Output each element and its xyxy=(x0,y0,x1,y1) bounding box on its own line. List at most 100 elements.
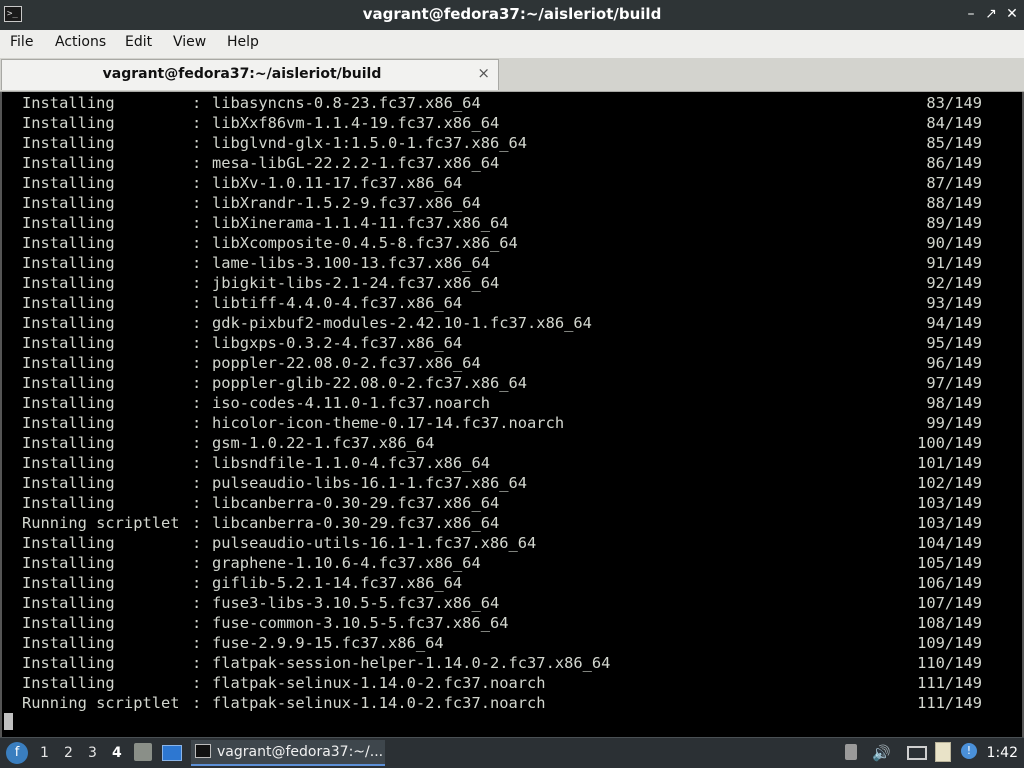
line-count: 107/149 xyxy=(917,594,982,612)
line-package: mesa-libGL-22.2.2-1.fc37.x86_64 xyxy=(212,154,500,172)
menu-edit[interactable]: Edit xyxy=(125,34,152,50)
window-title: vagrant@fedora37:~/aisleriot/build xyxy=(362,5,662,23)
tab-terminal[interactable]: vagrant@fedora37:~/aisleriot/build × xyxy=(1,59,499,90)
line-count: 105/149 xyxy=(917,554,982,572)
terminal-line: Running scriptlet: libcanberra-0.30-29.fc… xyxy=(22,513,982,533)
line-package: libXcomposite-0.4.5-8.fc37.x86_64 xyxy=(212,234,518,252)
show-desktop-icon[interactable] xyxy=(162,745,182,761)
terminal-line: Installing: jbigkit-libs-2.1-24.fc37.x86_… xyxy=(22,273,982,293)
terminal-line: Installing: libcanberra-0.30-29.fc37.x86_… xyxy=(22,493,982,513)
menu-file[interactable]: File xyxy=(10,34,33,50)
line-action: Running scriptlet xyxy=(22,694,180,712)
line-separator: : xyxy=(192,254,202,272)
line-package: flatpak-selinux-1.14.0-2.fc37.noarch xyxy=(212,674,546,692)
workspace-1[interactable]: 1 xyxy=(40,745,49,761)
terminal-line: Installing: flatpak-session-helper-1.14.0… xyxy=(22,653,982,673)
close-tab-icon[interactable]: × xyxy=(477,64,490,82)
menu-help[interactable]: Help xyxy=(227,34,259,50)
line-separator: : xyxy=(192,554,202,572)
terminal-line: Installing: graphene-1.10.6-4.fc37.x86_64… xyxy=(22,553,982,573)
terminal-output[interactable]: Installing: libasyncns-0.8-23.fc37.x86_64… xyxy=(0,92,1024,737)
line-separator: : xyxy=(192,134,202,152)
terminal-line: Installing: mesa-libGL-22.2.2-1.fc37.x86_… xyxy=(22,153,982,173)
line-separator: : xyxy=(192,474,202,492)
terminal-line: Installing: iso-codes-4.11.0-1.fc37.noarc… xyxy=(22,393,982,413)
line-package: flatpak-session-helper-1.14.0-2.fc37.x86… xyxy=(212,654,611,672)
line-package: libcanberra-0.30-29.fc37.x86_64 xyxy=(212,494,500,512)
workspace-2[interactable]: 2 xyxy=(64,745,73,761)
fedora-start-icon[interactable]: f xyxy=(6,742,28,764)
line-separator: : xyxy=(192,434,202,452)
notification-icon[interactable]: ! xyxy=(961,743,977,759)
terminal-line: Installing: fuse-2.9.9-15.fc37.x86_64 109/… xyxy=(22,633,982,653)
line-action: Installing xyxy=(22,254,115,272)
line-count: 98/149 xyxy=(926,394,982,412)
line-package: fuse-common-3.10.5-5.fc37.x86_64 xyxy=(212,614,509,632)
removable-media-icon[interactable] xyxy=(845,744,857,760)
line-action: Installing xyxy=(22,214,115,232)
line-count: 103/149 xyxy=(917,514,982,532)
clipboard-icon[interactable] xyxy=(935,742,951,762)
line-package: giflib-5.2.1-14.fc37.x86_64 xyxy=(212,574,463,592)
line-separator: : xyxy=(192,114,202,132)
line-count: 103/149 xyxy=(917,494,982,512)
clock[interactable]: 1:42 xyxy=(987,745,1018,761)
terminal-line: Installing: pulseaudio-libs-16.1-1.fc37.x… xyxy=(22,473,982,493)
menu-actions[interactable]: Actions xyxy=(55,34,106,50)
taskbar-terminal-task[interactable]: vagrant@fedora37:~/... xyxy=(191,740,385,766)
line-package: libgxps-0.3.2-4.fc37.x86_64 xyxy=(212,334,463,352)
network-icon[interactable] xyxy=(907,746,927,760)
line-count: 96/149 xyxy=(926,354,982,372)
workspace-4[interactable]: 4 xyxy=(112,745,122,761)
file-manager-icon[interactable] xyxy=(134,743,152,761)
terminal-line: Installing: libtiff-4.4.0-4.fc37.x86_64 93… xyxy=(22,293,982,313)
line-separator: : xyxy=(192,354,202,372)
line-separator: : xyxy=(192,534,202,552)
workspace-3[interactable]: 3 xyxy=(88,745,97,761)
terminal-line: Installing: lame-libs-3.100-13.fc37.x86_6… xyxy=(22,253,982,273)
line-count: 91/149 xyxy=(926,254,982,272)
line-separator: : xyxy=(192,214,202,232)
line-count: 84/149 xyxy=(926,114,982,132)
line-separator: : xyxy=(192,694,202,712)
task-label: vagrant@fedora37:~/... xyxy=(217,744,384,760)
line-separator: : xyxy=(192,374,202,392)
line-count: 97/149 xyxy=(926,374,982,392)
menu-bar: File Actions Edit View Help xyxy=(0,30,1024,59)
line-package: poppler-22.08.0-2.fc37.x86_64 xyxy=(212,354,481,372)
terminal-line: Installing: libXrandr-1.5.2-9.fc37.x86_64… xyxy=(22,193,982,213)
terminal-line: Installing: libsndfile-1.1.0-4.fc37.x86_6… xyxy=(22,453,982,473)
line-action: Installing xyxy=(22,454,115,472)
terminal-line: Installing: flatpak-selinux-1.14.0-2.fc37… xyxy=(22,673,982,693)
line-action: Installing xyxy=(22,154,115,172)
line-action: Installing xyxy=(22,534,115,552)
line-separator: : xyxy=(192,234,202,252)
line-action: Installing xyxy=(22,554,115,572)
terminal-line: Installing: fuse3-libs-3.10.5-5.fc37.x86_… xyxy=(22,593,982,613)
menu-view[interactable]: View xyxy=(173,34,206,50)
volume-icon[interactable]: 🔊 xyxy=(872,744,891,762)
line-count: 104/149 xyxy=(917,534,982,552)
line-separator: : xyxy=(192,454,202,472)
window-titlebar[interactable]: >_ vagrant@fedora37:~/aisleriot/build – … xyxy=(0,0,1024,30)
tab-bar: vagrant@fedora37:~/aisleriot/build × xyxy=(0,58,1024,92)
terminal-line: Installing: libXv-1.0.11-17.fc37.x86_64 87… xyxy=(22,173,982,193)
close-icon[interactable]: ✕ xyxy=(1002,4,1022,24)
minimize-icon[interactable]: – xyxy=(961,4,981,24)
line-action: Running scriptlet xyxy=(22,514,180,532)
line-count: 88/149 xyxy=(926,194,982,212)
line-package: flatpak-selinux-1.14.0-2.fc37.noarch xyxy=(212,694,546,712)
line-separator: : xyxy=(192,294,202,312)
maximize-icon[interactable]: ↗ xyxy=(981,4,1001,24)
terminal-line: Installing: poppler-glib-22.08.0-2.fc37.x… xyxy=(22,373,982,393)
line-action: Installing xyxy=(22,114,115,132)
line-separator: : xyxy=(192,274,202,292)
line-package: libsndfile-1.1.0-4.fc37.x86_64 xyxy=(212,454,490,472)
line-separator: : xyxy=(192,414,202,432)
line-separator: : xyxy=(192,594,202,612)
line-separator: : xyxy=(192,314,202,332)
terminal-lines: Installing: libasyncns-0.8-23.fc37.x86_64… xyxy=(22,93,982,713)
line-action: Installing xyxy=(22,134,115,152)
line-count: 110/149 xyxy=(917,654,982,672)
line-count: 95/149 xyxy=(926,334,982,352)
